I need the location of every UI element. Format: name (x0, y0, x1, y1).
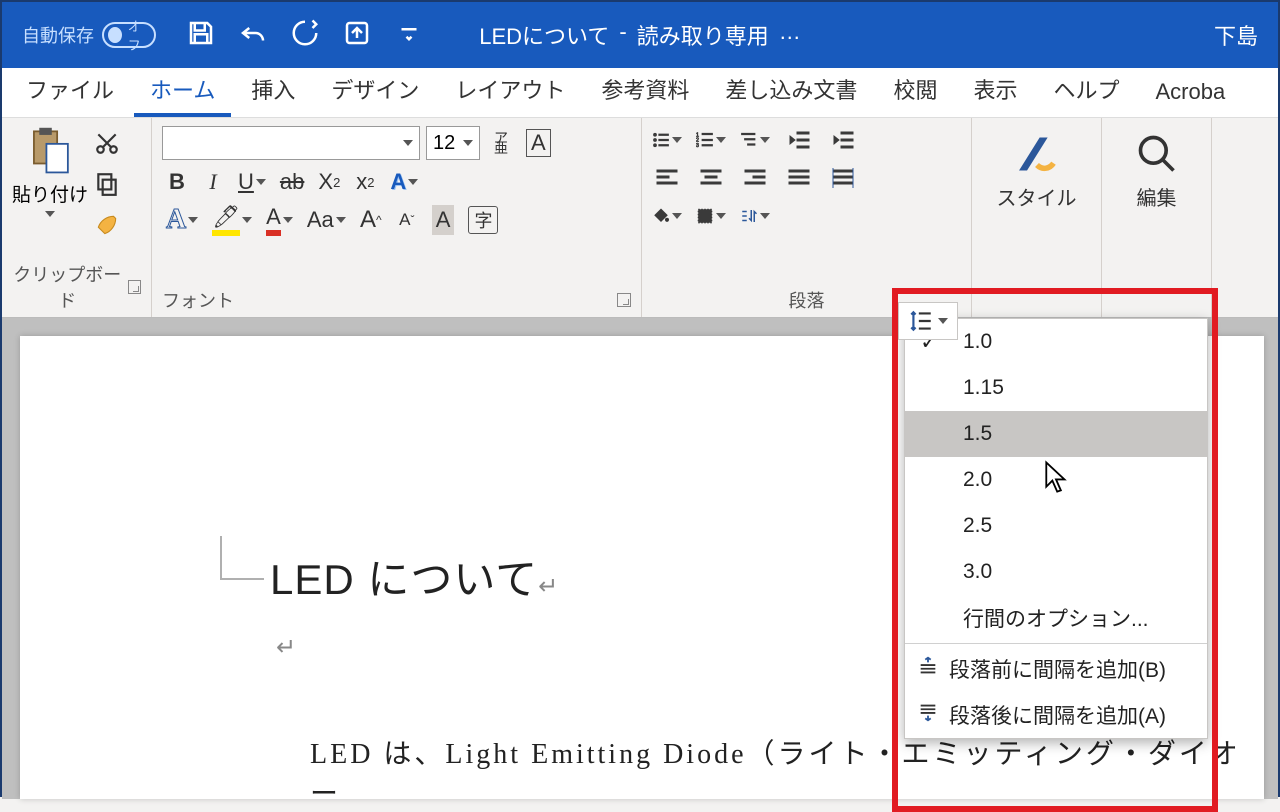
add-space-after-paragraph[interactable]: 段落後に間隔を追加(A) (905, 692, 1207, 738)
editing-button[interactable]: 編集 (1112, 126, 1201, 211)
tab-view[interactable]: 表示 (957, 63, 1033, 117)
change-case-button[interactable]: Aa (303, 204, 350, 236)
tab-file[interactable]: ファイル (10, 63, 130, 117)
shading-button[interactable] (652, 202, 682, 230)
styles-button[interactable]: スタイル (982, 126, 1091, 211)
ribbon-tabs: ファイル ホーム 挿入 デザイン レイアウト 参考資料 差し込み文書 校閲 表示… (2, 68, 1278, 118)
group-paragraph: 123 段落 (642, 118, 972, 317)
qat-more-icon[interactable] (394, 18, 424, 53)
redo-icon[interactable] (290, 18, 320, 53)
tab-insert[interactable]: 挿入 (235, 63, 311, 117)
tab-help[interactable]: ヘルプ (1037, 63, 1135, 117)
line-spacing-option-1.15[interactable]: 1.15 (905, 365, 1207, 411)
align-left-button[interactable] (652, 164, 682, 192)
autosave-switch[interactable]: オフ (102, 22, 156, 48)
margin-corner-icon (220, 536, 264, 580)
line-spacing-button[interactable] (898, 302, 958, 340)
quick-access-toolbar (186, 18, 424, 53)
space-before-icon (917, 655, 939, 683)
add-space-before-paragraph[interactable]: 段落前に間隔を追加(B) (905, 646, 1207, 692)
space-after-icon (917, 701, 939, 729)
cursor-icon (1042, 460, 1070, 499)
line-spacing-option-1.5[interactable]: 1.5 (905, 411, 1207, 457)
justify-button[interactable] (784, 164, 814, 192)
strikethrough-button[interactable]: ab (276, 166, 308, 198)
user-name[interactable]: 下島 (1214, 19, 1258, 51)
superscript-button[interactable]: x2 (350, 166, 380, 198)
chevron-down-icon (45, 211, 55, 217)
multilevel-list-button[interactable] (740, 126, 770, 154)
line-spacing-menu: ✓ 1.0 1.15 1.5 2.0 2.5 3.0 行間のオプション... 段… (904, 318, 1208, 739)
format-painter-icon[interactable] (94, 212, 120, 243)
borders-button[interactable] (696, 202, 726, 230)
dialog-launcher-icon[interactable] (128, 280, 141, 294)
font-name-combo[interactable] (162, 126, 420, 160)
copy-icon[interactable] (94, 171, 120, 202)
phonetic-guide-icon[interactable]: ア亜 (486, 127, 516, 159)
tab-references[interactable]: 参考資料 (585, 63, 705, 117)
chevron-down-icon (403, 140, 413, 146)
sort-button[interactable] (740, 202, 770, 230)
line-spacing-option-3.0[interactable]: 3.0 (905, 549, 1207, 595)
title-bar: 自動保存 オフ LEDについて - 読み取り専用 … 下島 (2, 2, 1278, 68)
distributed-button[interactable] (828, 164, 858, 192)
undo-icon[interactable] (238, 18, 268, 53)
tab-mailings[interactable]: 差し込み文書 (709, 63, 873, 117)
paste-button[interactable]: 貼り付け (12, 126, 88, 257)
text-effects-button[interactable]: A (386, 166, 422, 198)
line-spacing-option-2.5[interactable]: 2.5 (905, 503, 1207, 549)
autosave-label: 自動保存 (22, 22, 94, 48)
tab-acrobat[interactable]: Acroba (1139, 69, 1241, 117)
text-outline-button[interactable]: A (162, 204, 202, 236)
group-font: 12 ア亜 A B I U ab X2 x2 A A 🖊 A Aa A^ Aˇ … (152, 118, 642, 317)
group-label-font: フォント (162, 283, 631, 313)
subscript-button[interactable]: X2 (314, 166, 344, 198)
decrease-indent-button[interactable] (784, 126, 814, 154)
svg-text:3: 3 (696, 143, 699, 149)
numbering-button[interactable]: 123 (696, 126, 726, 154)
group-clipboard: 貼り付け クリップボード (2, 118, 152, 317)
chevron-down-icon (938, 318, 948, 324)
tab-layout[interactable]: レイアウト (439, 63, 581, 117)
tab-home[interactable]: ホーム (134, 63, 231, 117)
align-right-button[interactable] (740, 164, 770, 192)
chevron-down-icon (463, 140, 473, 146)
underline-button[interactable]: U (234, 166, 270, 198)
shrink-font-button[interactable]: Aˇ (392, 204, 422, 236)
autosave-toggle[interactable]: 自動保存 オフ (22, 22, 156, 48)
grow-font-button[interactable]: A^ (356, 204, 386, 236)
group-label-clipboard: クリップボード (12, 257, 141, 313)
italic-button[interactable]: I (198, 166, 228, 198)
document-body-line: LED は、Light Emitting Diode（ライト・エミッティング・ダ… (310, 732, 1264, 812)
ribbon: 貼り付け クリップボード 12 ア亜 A B I U ab (2, 118, 1278, 318)
bold-button[interactable]: B (162, 166, 192, 198)
group-editing: 編集 (1102, 118, 1212, 317)
menu-separator (905, 643, 1207, 644)
bullets-button[interactable] (652, 126, 682, 154)
increase-indent-button[interactable] (828, 126, 858, 154)
highlight-button[interactable]: 🖊 (208, 204, 256, 236)
enclose-char-button[interactable]: 字 (464, 204, 502, 236)
char-shading-button[interactable]: A (428, 204, 459, 236)
font-color-button[interactable]: A (262, 204, 297, 236)
tab-design[interactable]: デザイン (315, 63, 435, 117)
dialog-launcher-icon[interactable] (617, 293, 631, 307)
share-icon[interactable] (342, 18, 372, 53)
save-icon[interactable] (186, 18, 216, 53)
group-styles: スタイル (972, 118, 1102, 317)
tab-review[interactable]: 校閲 (877, 63, 953, 117)
align-center-button[interactable] (696, 164, 726, 192)
cut-icon[interactable] (94, 130, 120, 161)
document-title: LEDについて - 読み取り専用 … (479, 19, 800, 51)
character-border-icon[interactable]: A (522, 127, 555, 159)
font-size-combo[interactable]: 12 (426, 126, 480, 160)
line-spacing-options[interactable]: 行間のオプション... (905, 595, 1207, 641)
